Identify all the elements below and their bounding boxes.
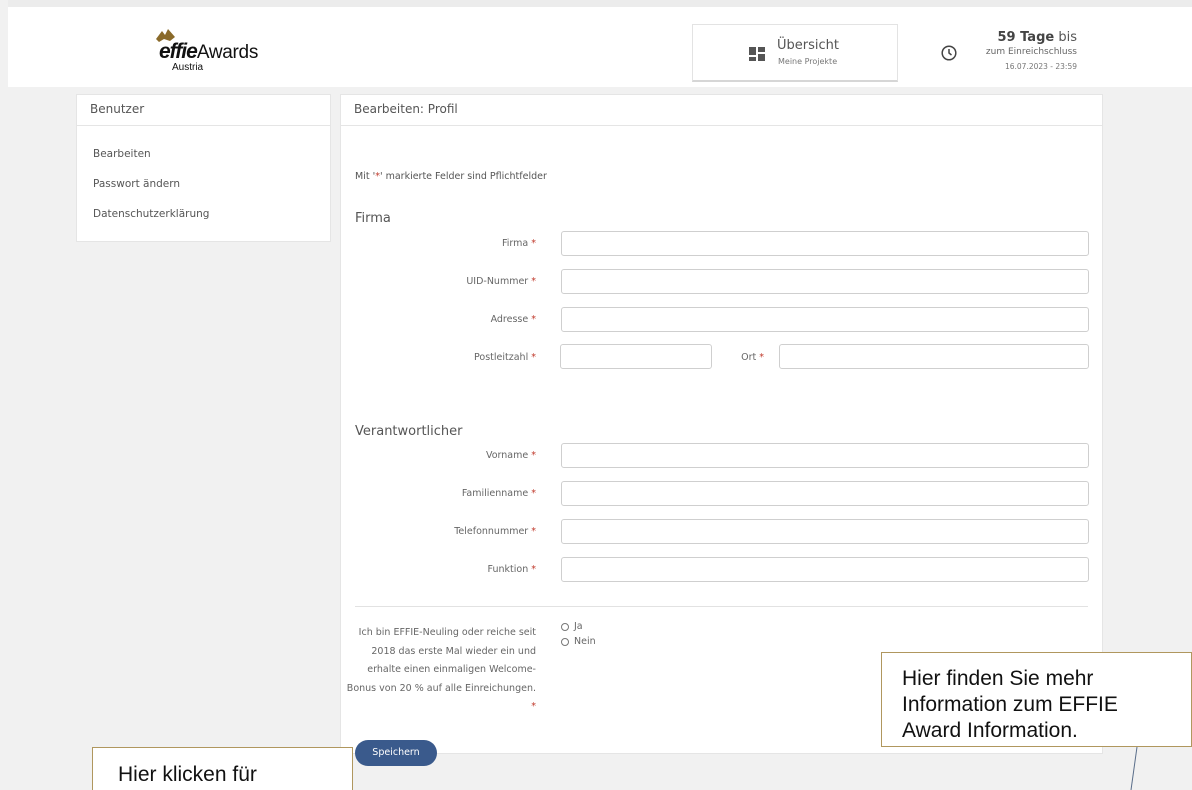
required-note: Mit '*' markierte Felder sind Pflichtfel… xyxy=(355,171,547,182)
divider xyxy=(355,606,1088,607)
top-bar: effieAwards Austria Übersicht Meine Proj… xyxy=(8,0,1192,87)
radio-ja[interactable]: Ja xyxy=(561,621,583,632)
effie-awards-logo[interactable]: effieAwards Austria xyxy=(153,26,293,76)
telefonnummer-input[interactable] xyxy=(561,519,1089,544)
save-button[interactable]: Speichern xyxy=(355,740,437,766)
callout-pointer-line xyxy=(1130,747,1138,790)
radio-circle-icon[interactable] xyxy=(561,622,569,631)
funktion-input[interactable] xyxy=(561,557,1089,582)
firma-input[interactable] xyxy=(561,231,1089,256)
adresse-input[interactable] xyxy=(561,307,1089,332)
deadline-days: 59 Tage bis xyxy=(997,30,1078,45)
section-title-firma: Firma xyxy=(355,211,391,226)
clock-icon xyxy=(941,45,957,61)
deadline-label: zum Einreichschluss xyxy=(985,47,1077,57)
overview-title: Übersicht xyxy=(777,38,839,53)
callout-left-line1: Hier klicken für xyxy=(118,763,257,786)
callout-right-line2: Information zum EFFIE xyxy=(902,693,1118,716)
postleitzahl-input[interactable] xyxy=(560,344,712,369)
radio-nein[interactable]: Nein xyxy=(561,636,596,647)
field-label-uid: UID-Nummer * xyxy=(466,276,536,287)
vorname-input[interactable] xyxy=(561,443,1089,468)
callout-click-here: Hier klicken für xyxy=(92,747,353,790)
familienname-input[interactable] xyxy=(561,481,1089,506)
dashboard-icon xyxy=(749,47,765,61)
callout-right-line1: Hier finden Sie mehr xyxy=(902,667,1094,690)
field-label-adresse: Adresse * xyxy=(490,314,536,325)
welcome-bonus-question: Ich bin EFFIE-Neuling oder reiche seit 2… xyxy=(346,627,536,712)
uid-input[interactable] xyxy=(561,269,1089,294)
section-title-verantwortlicher: Verantwortlicher xyxy=(355,424,463,439)
radio-nein-label: Nein xyxy=(574,636,596,647)
logo-subtitle: Austria xyxy=(172,62,204,73)
logo-wordmark: effieAwards xyxy=(159,40,259,63)
sidebar-title: Benutzer xyxy=(77,95,330,126)
field-label-vorname: Vorname * xyxy=(485,450,536,461)
overview-tile[interactable]: Übersicht Meine Projekte xyxy=(692,24,898,82)
field-label-telefonnummer: Telefonnummer * xyxy=(454,526,536,537)
sidebar-item-datenschutz[interactable]: Datenschutzerklärung xyxy=(93,208,209,220)
field-label-postleitzahl: Postleitzahl * xyxy=(474,352,536,363)
radio-ja-label: Ja xyxy=(574,621,583,632)
page-title: Bearbeiten: Profil xyxy=(341,95,1102,126)
ort-input[interactable] xyxy=(779,344,1089,369)
field-label-funktion: Funktion * xyxy=(487,564,536,575)
radio-circle-icon[interactable] xyxy=(561,637,569,646)
sidebar-item-passwort[interactable]: Passwort ändern xyxy=(93,178,180,190)
field-label-firma: Firma * xyxy=(501,238,536,249)
field-label-familienname: Familienname * xyxy=(461,488,536,499)
overview-subtitle: Meine Projekte xyxy=(778,57,838,66)
field-label-ort: Ort * xyxy=(741,352,764,363)
callout-right-line3: Award Information. xyxy=(902,719,1078,742)
deadline-tile: 59 Tage bis zum Einreichschluss 16.07.20… xyxy=(905,24,1111,82)
callout-more-info: Hier finden Sie mehr Information zum EFF… xyxy=(881,652,1192,747)
deadline-date: 16.07.2023 - 23:59 xyxy=(1004,62,1077,71)
sidebar-item-bearbeiten[interactable]: Bearbeiten xyxy=(93,148,151,160)
sidebar: Benutzer Bearbeiten Passwort ändern Date… xyxy=(76,94,331,242)
